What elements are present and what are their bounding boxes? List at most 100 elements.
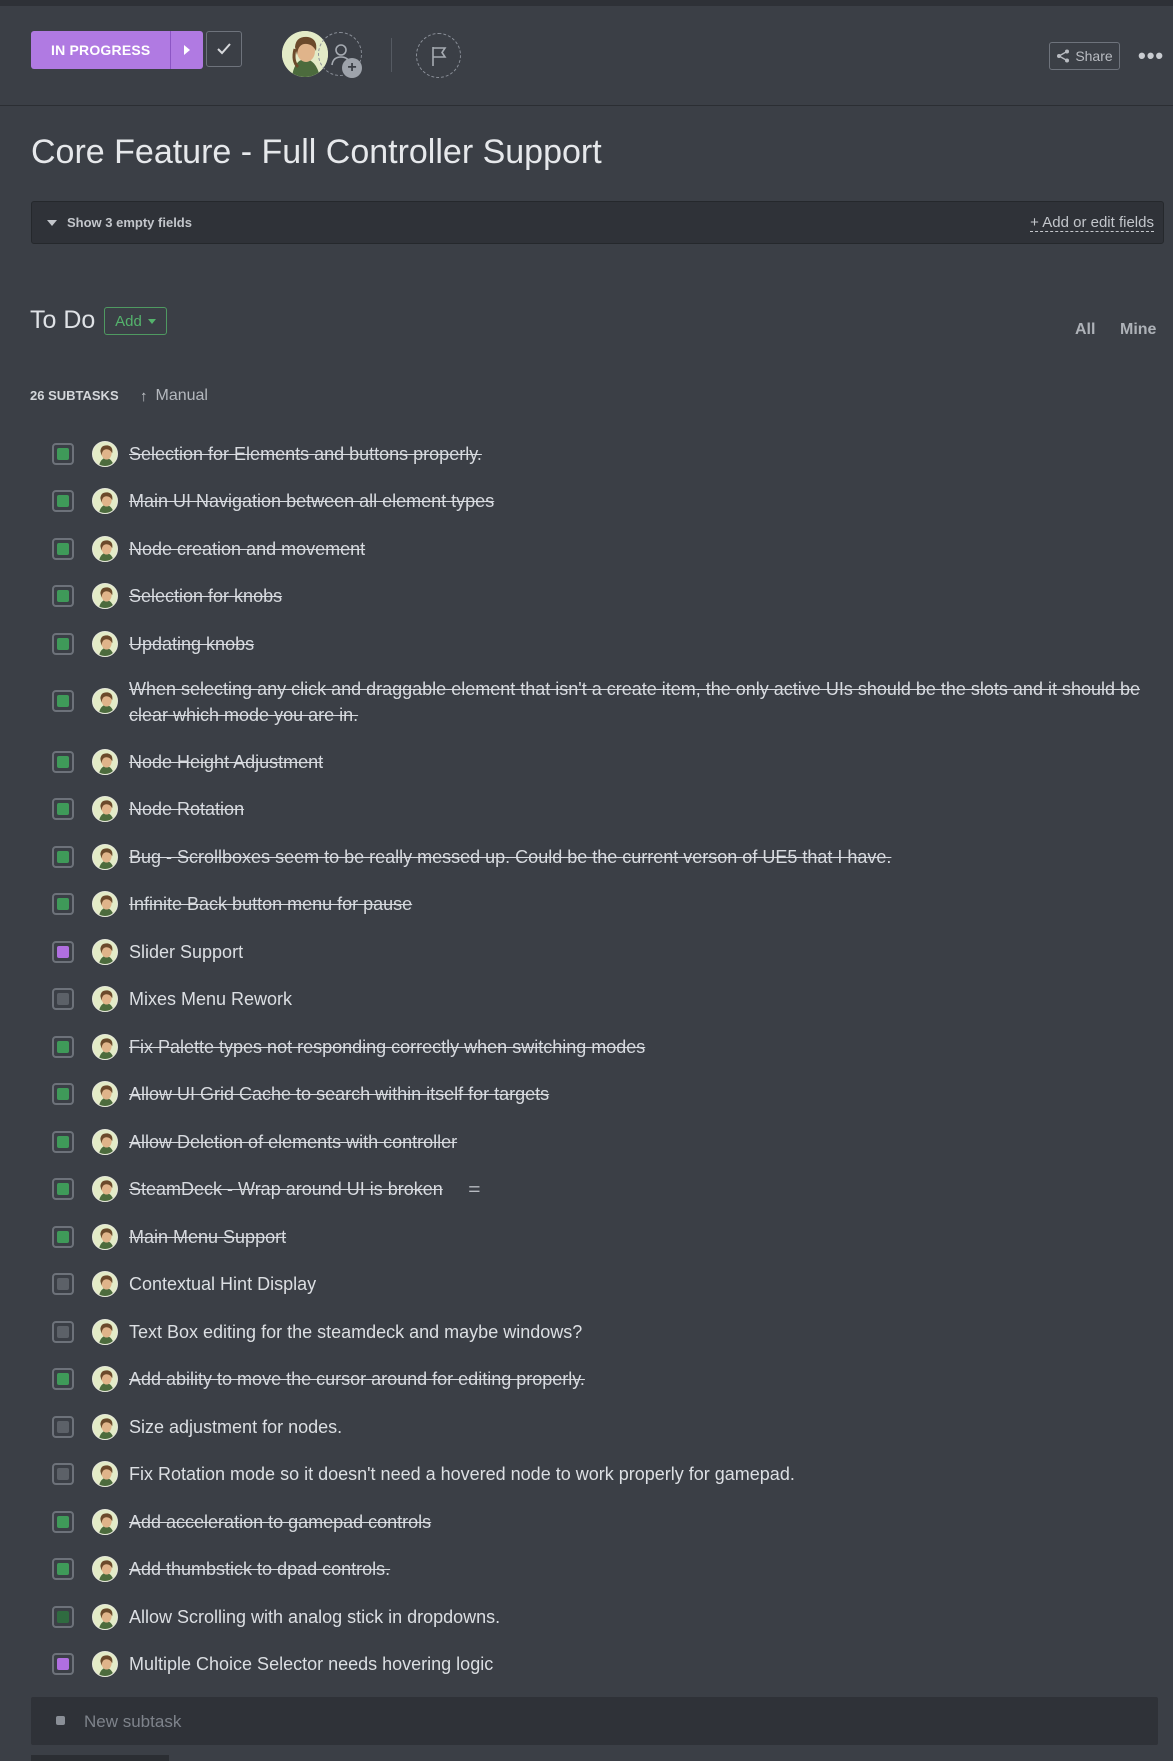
subtask-title[interactable]: Size adjustment for nodes. [129,1414,1149,1440]
subtask-assignee-avatar[interactable] [92,631,118,657]
subtask-status-checkbox[interactable] [52,1273,74,1295]
subtask-title[interactable]: Node Height Adjustment [129,749,1149,775]
status-next-button[interactable] [170,31,204,69]
subtask-status-checkbox[interactable] [52,585,74,607]
subtask-row[interactable]: Node creation and movement [52,535,1162,563]
subtask-title[interactable]: Infinite Back button menu for pause [129,891,1149,917]
subtask-assignee-avatar[interactable] [92,1034,118,1060]
subtask-row[interactable]: When selecting any click and draggable e… [52,675,1162,729]
subtask-title[interactable]: Fix Palette types not responding correct… [129,1034,1149,1060]
subtask-assignee-avatar[interactable] [92,441,118,467]
subtask-row[interactable]: Node Height Adjustment [52,748,1162,776]
subtask-title[interactable]: Add acceleration to gamepad controls [129,1509,1149,1535]
add-subtask-dropdown[interactable]: Add [104,307,167,335]
subtask-status-checkbox[interactable] [52,988,74,1010]
subtask-title[interactable]: Fix Rotation mode so it doesn't need a h… [129,1461,1149,1487]
subtask-title[interactable]: Main Menu Support [129,1224,1149,1250]
subtask-assignee-avatar[interactable] [92,796,118,822]
subtask-row[interactable]: Size adjustment for nodes. [52,1413,1162,1441]
subtask-status-checkbox[interactable] [52,941,74,963]
subtask-assignee-avatar[interactable] [92,986,118,1012]
subtask-row[interactable]: Updating knobs [52,630,1162,658]
subtask-row[interactable]: Contextual Hint Display [52,1270,1162,1298]
subtask-title[interactable]: Allow UI Grid Cache to search within its… [129,1081,1149,1107]
subtask-row[interactable]: Add thumbstick to dpad controls. [52,1555,1162,1583]
subtask-status-checkbox[interactable] [52,690,74,712]
subtask-status-checkbox[interactable] [52,1416,74,1438]
subtask-assignee-avatar[interactable] [92,1176,118,1202]
more-options-icon[interactable]: ••• [1138,45,1164,67]
subtask-title[interactable]: Add ability to move the cursor around fo… [129,1366,1149,1392]
add-edit-fields-link[interactable]: + Add or edit fields [1030,214,1154,232]
subtask-status-checkbox[interactable] [52,1131,74,1153]
subtask-row[interactable]: Fix Rotation mode so it doesn't need a h… [52,1460,1162,1488]
subtask-title[interactable]: Selection for Elements and buttons prope… [129,441,1149,467]
status-button[interactable]: IN PROGRESS [31,31,204,69]
subtask-status-checkbox[interactable] [52,1036,74,1058]
subtask-assignee-avatar[interactable] [92,1319,118,1345]
subtask-title[interactable]: Allow Deletion of elements with controll… [129,1129,1149,1155]
subtask-assignee-avatar[interactable] [92,1224,118,1250]
subtask-assignee-avatar[interactable] [92,1604,118,1630]
subtask-status-checkbox[interactable] [52,1511,74,1533]
subtask-row[interactable]: Add ability to move the cursor around fo… [52,1365,1162,1393]
subtask-assignee-avatar[interactable] [92,1651,118,1677]
subtask-status-checkbox[interactable] [52,1178,74,1200]
subtask-assignee-avatar[interactable] [92,1556,118,1582]
subtask-status-checkbox[interactable] [52,1321,74,1343]
subtask-assignee-avatar[interactable] [92,488,118,514]
subtask-title[interactable]: Text Box editing for the steamdeck and m… [129,1319,1149,1345]
subtask-status-checkbox[interactable] [52,893,74,915]
subtask-title[interactable]: Slider Support [129,939,1149,965]
subtask-row[interactable]: Mixes Menu Rework [52,985,1162,1013]
sort-toggle[interactable]: ↑ Manual [140,387,208,405]
subtask-status-checkbox[interactable] [52,1368,74,1390]
subtask-row[interactable]: Bug - Scrollboxes seem to be really mess… [52,843,1162,871]
subtask-row[interactable]: Allow Deletion of elements with controll… [52,1128,1162,1156]
subtask-row[interactable]: Slider Support [52,938,1162,966]
subtask-title[interactable]: Add thumbstick to dpad controls. [129,1556,1149,1582]
subtask-title[interactable]: When selecting any click and draggable e… [129,676,1149,728]
subtask-title[interactable]: Allow Scrolling with analog stick in dro… [129,1604,1149,1630]
subtask-title[interactable]: Multiple Choice Selector needs hovering … [129,1651,1149,1677]
subtask-assignee-avatar[interactable] [92,1129,118,1155]
subtask-status-checkbox[interactable] [52,538,74,560]
subtask-assignee-avatar[interactable] [92,939,118,965]
subtask-row[interactable]: Multiple Choice Selector needs hovering … [52,1650,1162,1678]
subtask-title[interactable]: SteamDeck - Wrap around UI is broken [129,1176,1149,1202]
subtask-row[interactable]: Node Rotation [52,795,1162,823]
subtask-assignee-avatar[interactable] [92,1461,118,1487]
subtask-row[interactable]: Add acceleration to gamepad controls [52,1508,1162,1536]
subtask-title[interactable]: Node Rotation [129,796,1149,822]
subtask-assignee-avatar[interactable] [92,1081,118,1107]
subtask-status-checkbox[interactable] [52,846,74,868]
subtask-title[interactable]: Main UI Navigation between all element t… [129,488,1149,514]
subtask-status-checkbox[interactable] [52,1653,74,1675]
subtask-title[interactable]: Bug - Scrollboxes seem to be really mess… [129,844,1149,870]
subtask-status-checkbox[interactable] [52,1083,74,1105]
subtask-row[interactable]: Selection for knobs [52,582,1162,610]
subtask-row[interactable]: Text Box editing for the steamdeck and m… [52,1318,1162,1346]
new-subtask-input[interactable] [82,1707,986,1737]
subtask-title[interactable]: Updating knobs [129,631,1149,657]
subtask-status-checkbox[interactable] [52,798,74,820]
subtask-row[interactable]: Allow UI Grid Cache to search within its… [52,1080,1162,1108]
subtask-row[interactable]: Selection for Elements and buttons prope… [52,440,1162,468]
subtask-row[interactable]: Infinite Back button menu for pause [52,890,1162,918]
subtask-row[interactable]: Fix Palette types not responding correct… [52,1033,1162,1061]
subtask-title[interactable]: Contextual Hint Display [129,1271,1149,1297]
priority-button[interactable] [416,33,461,78]
subtask-assignee-avatar[interactable] [92,749,118,775]
subtask-row[interactable]: Main Menu Support [52,1223,1162,1251]
mark-complete-button[interactable] [206,31,242,67]
subtask-row[interactable]: Allow Scrolling with analog stick in dro… [52,1603,1162,1631]
status-label[interactable]: IN PROGRESS [31,31,171,69]
page-title[interactable]: Core Feature - Full Controller Support [31,133,602,172]
subtask-assignee-avatar[interactable] [92,583,118,609]
filter-all-tab[interactable]: All [1075,321,1095,339]
subtask-status-checkbox[interactable] [52,633,74,655]
subtask-assignee-avatar[interactable] [92,536,118,562]
subtask-status-checkbox[interactable] [52,443,74,465]
subtask-status-checkbox[interactable] [52,1606,74,1628]
subtask-status-checkbox[interactable] [52,751,74,773]
